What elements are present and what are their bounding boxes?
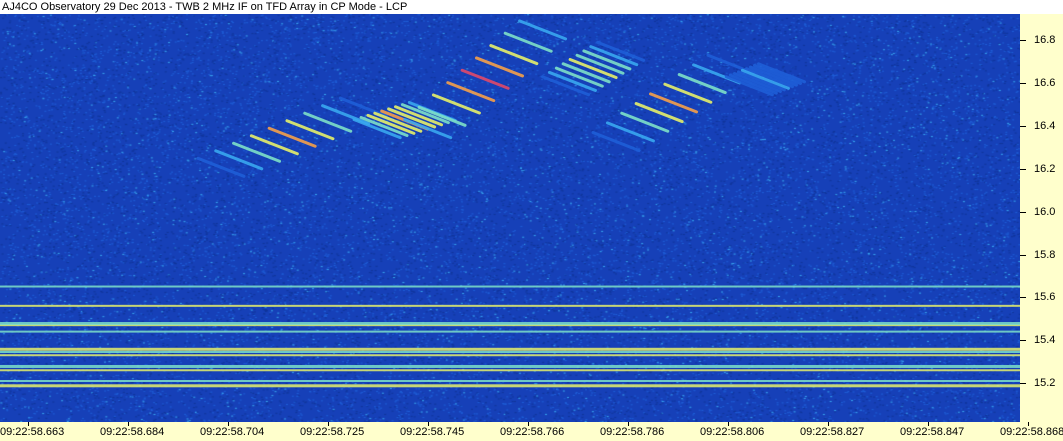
interference-band — [0, 304, 1020, 307]
interference-band — [0, 330, 1020, 333]
y-tick-label: 15.6 — [1034, 291, 1056, 303]
x-tick-label: 09:22:58.847 — [900, 426, 965, 438]
y-tick — [1020, 83, 1026, 84]
y-tick — [1020, 212, 1026, 213]
y-tick-label: 15.8 — [1034, 249, 1056, 261]
y-tick — [1020, 169, 1026, 170]
y-tick — [1020, 40, 1026, 41]
x-tick-label: 09:22:58.868 — [1000, 426, 1063, 438]
x-tick-label: 09:22:58.766 — [500, 426, 565, 438]
y-tick — [1020, 297, 1026, 298]
x-tick-label: 09:22:58.684 — [100, 426, 165, 438]
interference-band — [0, 351, 1020, 354]
interference-band — [0, 322, 1020, 326]
y-tick — [1020, 383, 1026, 384]
x-tick-label: 09:22:58.806 — [700, 426, 765, 438]
y-tick-label: 16.4 — [1034, 120, 1056, 132]
interference-band — [0, 347, 1020, 351]
y-tick-label: 16.8 — [1034, 34, 1056, 46]
y-tick-label: 16.6 — [1034, 77, 1056, 89]
interference-band — [0, 380, 1020, 382]
spectrogram-marks — [0, 19, 1020, 388]
frequency-axis: 15.2 15.4 15.6 15.8 16.0 16.2 16.4 16.6 16.8 — [1020, 14, 1063, 422]
y-tick — [1020, 126, 1026, 127]
burst-mark — [196, 96, 388, 178]
time-axis: 09:22:58.663 09:22:58.684 09:22:58.704 09:2… — [0, 422, 1063, 441]
y-tick-label: 16.0 — [1034, 206, 1056, 218]
x-tick-label: 09:22:58.725 — [300, 426, 365, 438]
y-tick-label: 15.2 — [1034, 377, 1056, 389]
y-tick — [1020, 340, 1026, 341]
spectrogram-plot — [0, 14, 1020, 422]
y-tick-label: 15.4 — [1034, 334, 1056, 346]
y-tick — [1020, 255, 1026, 256]
interference-band — [0, 369, 1020, 372]
x-tick-label: 09:22:58.704 — [200, 426, 265, 438]
interference-band — [0, 364, 1020, 368]
interference-band — [0, 285, 1020, 288]
burst-mark — [541, 40, 646, 97]
interference-band — [0, 354, 1020, 357]
x-tick-label: 09:22:58.786 — [600, 426, 665, 438]
y-tick-label: 16.2 — [1034, 163, 1056, 175]
x-tick-label: 09:22:58.663 — [0, 426, 65, 438]
interference-band — [0, 384, 1020, 388]
x-tick-label: 09:22:58.745 — [400, 426, 465, 438]
x-tick-label: 09:22:58.827 — [800, 426, 865, 438]
